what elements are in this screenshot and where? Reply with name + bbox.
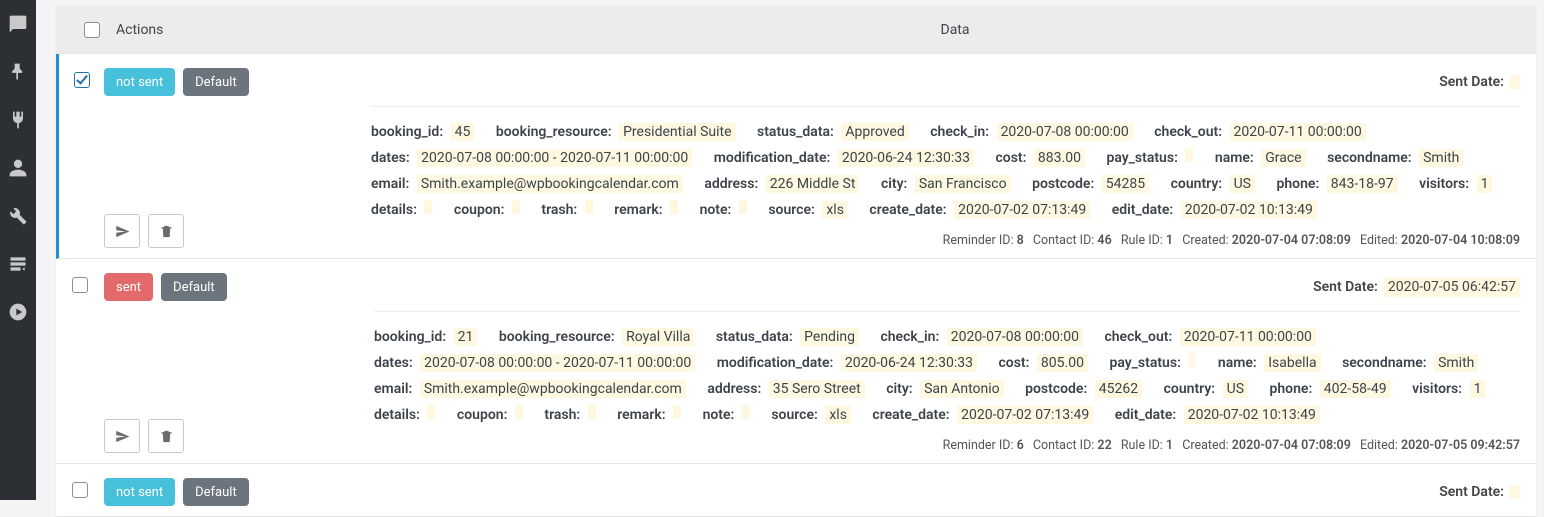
row-meta: Reminder ID: 6 Contact ID: 22 Rule ID: 1… <box>374 428 1520 453</box>
field-coupon: coupon <box>454 202 520 218</box>
table-row: sent Default Sent Date: 2020-07-05 06:42:57… <box>56 259 1536 464</box>
field-booking_id: booking_id 21 <box>374 329 477 345</box>
menu-play-icon[interactable] <box>0 294 36 330</box>
row-checkbox[interactable] <box>72 482 88 498</box>
field-secondname: secondname Smith <box>1327 150 1463 166</box>
field-coupon: coupon <box>457 407 523 423</box>
field-dates: dates 2020-07-08 00:00:00 - 2020-07-11 0… <box>374 355 695 371</box>
field-modification_date: modification_date 2020-06-24 12:30:33 <box>717 355 977 371</box>
field-postcode: postcode 45262 <box>1025 381 1142 397</box>
field-phone: phone 843-18-97 <box>1276 176 1397 192</box>
field-name: name Isabella <box>1218 355 1321 371</box>
field-remark: remark <box>617 407 681 423</box>
field-visitors: visitors 1 <box>1419 176 1492 192</box>
field-booking_id: booking_id 45 <box>371 124 474 140</box>
menu-comments-icon[interactable] <box>0 6 36 42</box>
field-pay_status: pay_status <box>1106 150 1193 166</box>
field-pay_status: pay_status <box>1109 355 1196 371</box>
sent-date-value: 2020-07-05 06:42:57 <box>1384 277 1520 297</box>
field-trash: trash <box>541 202 592 218</box>
field-country: country US <box>1164 381 1248 397</box>
field-remark: remark <box>614 202 678 218</box>
menu-pin-icon[interactable] <box>0 54 36 90</box>
field-status_data: status_data Approved <box>757 124 909 140</box>
field-edit_date: edit_date 2020-07-02 10:13:49 <box>1115 407 1320 423</box>
field-check_out: check_out 2020-07-11 00:00:00 <box>1104 329 1316 345</box>
sent-date-label: Sent Date: <box>1439 484 1504 500</box>
field-note: note <box>700 202 747 218</box>
field-details: details <box>374 407 435 423</box>
column-header-data: Data <box>386 22 1524 38</box>
field-modification_date: modification_date 2020-06-24 12:30:33 <box>714 150 974 166</box>
table-row: not sent Default Sent Date: <box>56 464 1536 517</box>
send-button[interactable] <box>104 214 140 248</box>
field-check_in: check_in 2020-07-08 00:00:00 <box>880 329 1083 345</box>
admin-sidebar <box>0 0 36 500</box>
field-details: details <box>371 202 432 218</box>
field-check_in: check_in 2020-07-08 00:00:00 <box>930 124 1133 140</box>
field-phone: phone 402-58-49 <box>1269 381 1390 397</box>
field-postcode: postcode 54285 <box>1032 176 1149 192</box>
field-name: name Grace <box>1215 150 1306 166</box>
menu-tools-icon[interactable] <box>0 198 36 234</box>
delete-button[interactable] <box>148 214 184 248</box>
field-booking_resource: booking_resource Royal Villa <box>499 329 694 345</box>
status-badge-sent[interactable]: sent <box>104 273 153 301</box>
row-meta: Reminder ID: 8 Contact ID: 46 Rule ID: 1… <box>371 223 1520 248</box>
field-address: address 35 Sero Street <box>707 381 864 397</box>
sent-date-label: Sent Date: <box>1313 279 1378 295</box>
menu-collapse-icon[interactable] <box>0 246 36 282</box>
field-create_date: create_date 2020-07-02 07:13:49 <box>869 202 1090 218</box>
field-visitors: visitors 1 <box>1412 381 1485 397</box>
field-address: address 226 Middle St <box>704 176 859 192</box>
sent-date-label: Sent Date: <box>1439 74 1504 90</box>
select-all-checkbox[interactable] <box>84 22 100 38</box>
field-booking_resource: booking_resource Presidential Suite <box>496 124 736 140</box>
field-note: note <box>703 407 750 423</box>
row-checkbox[interactable] <box>74 72 90 88</box>
row-checkbox[interactable] <box>72 277 88 293</box>
menu-users-icon[interactable] <box>0 150 36 186</box>
column-header-actions: Actions <box>116 22 386 38</box>
template-badge-default[interactable]: Default <box>161 273 227 301</box>
field-dates: dates 2020-07-08 00:00:00 - 2020-07-11 0… <box>371 150 692 166</box>
field-trash: trash <box>544 407 595 423</box>
field-source: source xls <box>771 407 851 423</box>
field-secondname: secondname Smith <box>1342 355 1478 371</box>
field-city: city San Francisco <box>881 176 1011 192</box>
field-email: email Smith.example@wpbookingcalendar.co… <box>374 381 686 397</box>
template-badge-default[interactable]: Default <box>183 478 249 506</box>
status-badge-not-sent[interactable]: not sent <box>104 68 175 96</box>
field-city: city San Antonio <box>886 381 1003 397</box>
sent-date-value <box>1510 75 1520 89</box>
field-create_date: create_date 2020-07-02 07:13:49 <box>872 407 1093 423</box>
field-country: country US <box>1171 176 1255 192</box>
field-status_data: status_data Pending <box>716 329 859 345</box>
field-check_out: check_out 2020-07-11 00:00:00 <box>1154 124 1366 140</box>
menu-plugins-icon[interactable] <box>0 102 36 138</box>
field-cost: cost 883.00 <box>995 150 1084 166</box>
field-cost: cost 805.00 <box>998 355 1087 371</box>
template-badge-default[interactable]: Default <box>183 68 249 96</box>
field-edit_date: edit_date 2020-07-02 10:13:49 <box>1112 202 1317 218</box>
delete-button[interactable] <box>148 419 184 453</box>
sent-date-value <box>1510 485 1520 499</box>
field-source: source xls <box>768 202 848 218</box>
table-row: not sent Default Sent Date: booking_id 45 b… <box>56 54 1536 259</box>
send-button[interactable] <box>104 419 140 453</box>
field-email: email Smith.example@wpbookingcalendar.co… <box>371 176 683 192</box>
status-badge-not-sent[interactable]: not sent <box>104 478 175 506</box>
